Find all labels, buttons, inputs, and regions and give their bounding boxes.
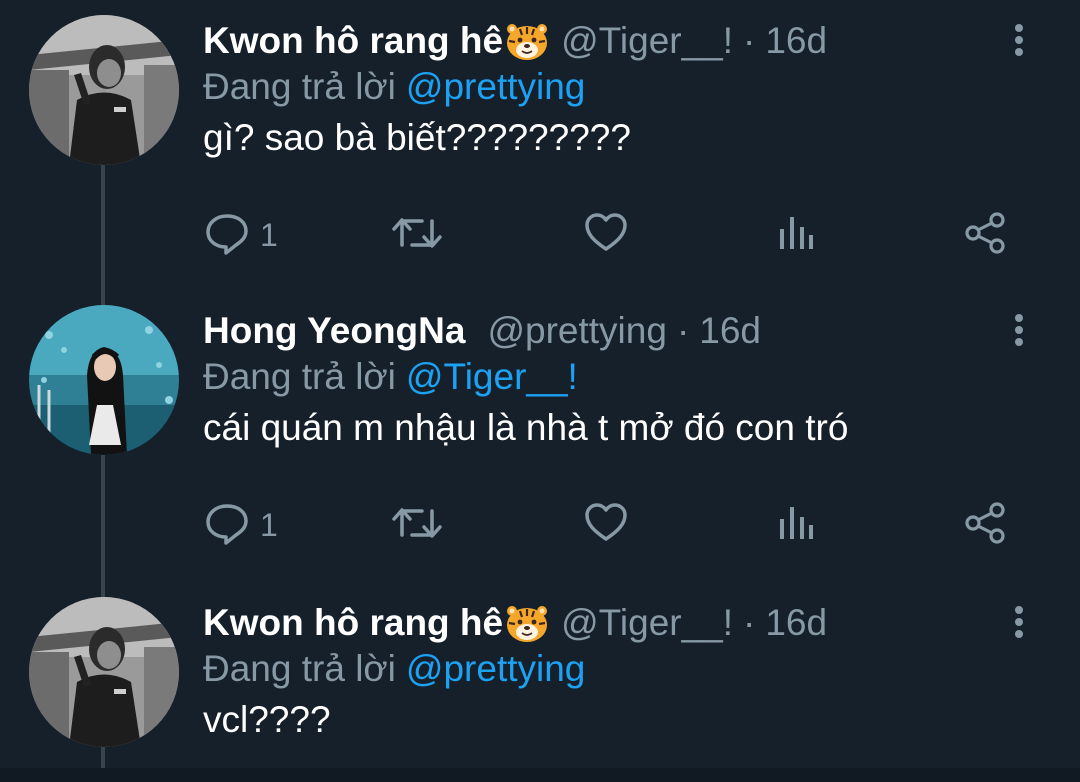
reply-count: 1 — [260, 216, 278, 253]
retweet-button[interactable] — [390, 500, 444, 550]
share-button[interactable] — [964, 500, 1008, 550]
action-bar: 1 — [0, 500, 1080, 550]
avatar[interactable] — [29, 305, 179, 455]
more-icon[interactable] — [1008, 310, 1030, 354]
tweet[interactable]: Kwon hô rang hê @Tiger__! · 16d Đang trả… — [0, 582, 1080, 768]
mention-link[interactable]: @prettying — [406, 648, 585, 689]
timestamp[interactable]: 16d — [765, 20, 827, 62]
separator: · — [676, 310, 690, 351]
tweet[interactable]: Hong YeongNa @prettying · 16d Đang trả l… — [0, 290, 1080, 580]
timestamp[interactable]: 16d — [699, 310, 761, 352]
avatar-image — [29, 305, 179, 455]
avatar-image — [29, 15, 179, 165]
tweet-text: vcl???? — [203, 699, 331, 740]
replying-label: Đang trả lời — [203, 66, 396, 107]
handle[interactable]: @Tiger__! — [561, 20, 733, 62]
tweet-header: Kwon hô rang hê @Tiger__! · 16d — [203, 18, 827, 64]
replying-to: Đang trả lời @Tiger__! — [203, 356, 578, 398]
tweet-header: Kwon hô rang hê @Tiger__! · 16d — [203, 600, 827, 646]
reply-icon — [204, 211, 250, 260]
reply-button[interactable]: 1 — [204, 210, 278, 260]
tiger-face-icon — [505, 603, 549, 643]
tweet-text: gì? sao bà biết????????? — [203, 117, 631, 158]
analytics-button[interactable] — [776, 210, 816, 260]
analytics-icon — [776, 501, 816, 550]
reply-icon — [204, 501, 250, 550]
display-name[interactable]: Hong YeongNa — [203, 310, 465, 352]
mention-link[interactable]: @Tiger__! — [406, 356, 578, 397]
avatar[interactable] — [29, 15, 179, 165]
replying-to: Đang trả lời @prettying — [203, 66, 585, 108]
replying-to: Đang trả lời @prettying — [203, 648, 585, 690]
retweet-icon — [390, 501, 444, 550]
handle[interactable]: @Tiger__! — [561, 602, 733, 644]
tweet-header: Hong YeongNa @prettying · 16d — [203, 308, 761, 354]
like-button[interactable] — [584, 500, 628, 550]
share-button[interactable] — [964, 210, 1008, 260]
share-icon — [964, 501, 1008, 550]
like-button[interactable] — [584, 210, 628, 260]
handle[interactable]: @prettying — [487, 310, 666, 352]
replying-label: Đang trả lời — [203, 356, 396, 397]
action-bar: 1 — [0, 210, 1080, 260]
analytics-icon — [776, 211, 816, 260]
mention-link[interactable]: @prettying — [406, 66, 585, 107]
display-name[interactable]: Kwon hô rang hê — [203, 20, 503, 62]
share-icon — [964, 211, 1008, 260]
retweet-icon — [390, 211, 444, 260]
more-icon[interactable] — [1008, 602, 1030, 646]
separator: · — [743, 20, 756, 61]
analytics-button[interactable] — [776, 500, 816, 550]
separator: · — [743, 602, 756, 643]
more-icon[interactable] — [1008, 20, 1030, 64]
tweet[interactable]: Kwon hô rang hê @Tiger__! · 16d Đang trả… — [0, 0, 1080, 290]
reply-count: 1 — [260, 506, 278, 543]
timestamp[interactable]: 16d — [765, 602, 827, 644]
like-icon — [584, 501, 628, 550]
display-name[interactable]: Kwon hô rang hê — [203, 602, 503, 644]
retweet-button[interactable] — [390, 210, 444, 260]
replying-label: Đang trả lời — [203, 648, 396, 689]
reply-button[interactable]: 1 — [204, 500, 278, 550]
like-icon — [584, 211, 628, 260]
bottom-edge — [0, 768, 1080, 782]
avatar-image — [29, 597, 179, 747]
avatar[interactable] — [29, 597, 179, 747]
tweet-text: cái quán m nhậu là nhà t mở đó con tró — [203, 407, 849, 448]
tiger-face-icon — [505, 21, 549, 61]
